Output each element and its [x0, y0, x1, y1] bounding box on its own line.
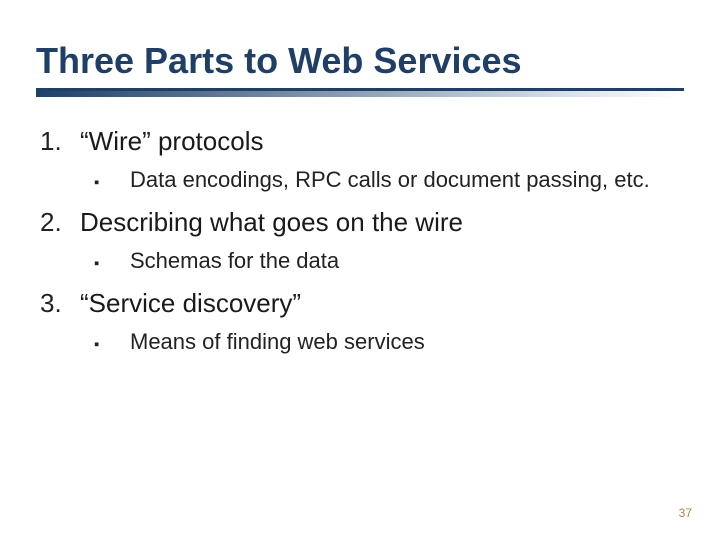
item-heading: “Wire” protocols	[80, 126, 263, 157]
slide-title: Three Parts to Web Services	[36, 40, 684, 82]
sub-item: ▪ Means of finding web services	[36, 329, 684, 355]
sub-item: ▪ Data encodings, RPC calls or document …	[36, 167, 684, 193]
slide: Three Parts to Web Services “Wire” proto…	[0, 0, 720, 540]
page-number: 37	[679, 506, 692, 520]
title-rule	[36, 88, 684, 104]
sub-item-text: Data encodings, RPC calls or document pa…	[130, 167, 650, 193]
numbered-list: “Wire” protocols ▪ Data encodings, RPC c…	[36, 126, 684, 355]
sub-item-text: Schemas for the data	[130, 248, 339, 274]
item-heading: “Service discovery”	[80, 288, 301, 319]
list-item: “Wire” protocols ▪ Data encodings, RPC c…	[36, 126, 684, 193]
list-item: Describing what goes on the wire ▪ Schem…	[36, 207, 684, 274]
sub-item: ▪ Schemas for the data	[36, 248, 684, 274]
item-heading: Describing what goes on the wire	[80, 207, 463, 238]
square-bullet-icon: ▪	[94, 336, 130, 353]
square-bullet-icon: ▪	[94, 255, 130, 272]
sub-item-text: Means of finding web services	[130, 329, 425, 355]
square-bullet-icon: ▪	[94, 174, 130, 191]
list-item: “Service discovery” ▪ Means of finding w…	[36, 288, 684, 355]
